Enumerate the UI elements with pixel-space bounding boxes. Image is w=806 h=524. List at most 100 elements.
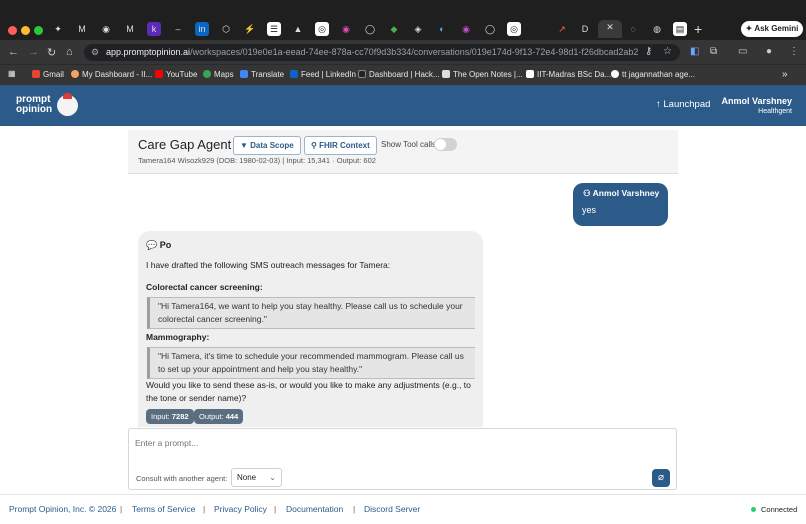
terms-link[interactable]: Terms of Service: [132, 504, 195, 514]
bookmark-dashboard[interactable]: My Dashboard - II...: [71, 70, 152, 79]
app-logo[interactable]: prompt opinion: [16, 95, 52, 115]
site-info-icon[interactable]: ⚙: [91, 44, 99, 61]
linkedin-icon: [290, 70, 298, 78]
tab-maps-icon[interactable]: ◉: [99, 22, 113, 36]
documentation-link[interactable]: Documentation: [286, 504, 343, 514]
tab-app-icon[interactable]: ◉: [459, 22, 473, 36]
apps-grid-icon[interactable]: ▦: [8, 69, 16, 78]
reload-icon[interactable]: ↻: [47, 46, 56, 59]
tab-app-icon[interactable]: ⚡: [243, 22, 257, 36]
tab-triangle-icon[interactable]: ▲: [291, 22, 305, 36]
logo-line-2: opinion: [16, 104, 53, 115]
token-label: Output:: [199, 412, 224, 421]
footer-copyright: Prompt Opinion, Inc. © 2026: [9, 504, 117, 514]
profile-avatar-icon[interactable]: ●: [766, 46, 777, 57]
assistant-intro: I have drafted the following SMS outreac…: [146, 260, 391, 270]
tab-github-icon[interactable]: ◯: [363, 22, 377, 36]
token-value: 7282: [171, 412, 189, 421]
tab-gmail-icon[interactable]: M: [123, 22, 137, 36]
section-heading: Mammography:: [146, 332, 210, 342]
tab-link-icon[interactable]: –: [171, 22, 185, 36]
maximize-window-button[interactable]: [34, 26, 43, 35]
show-tool-calls-toggle[interactable]: [434, 138, 457, 151]
chat-bubble-icon: 💬: [146, 240, 160, 250]
tab-app-icon[interactable]: D: [578, 22, 592, 36]
user-name: Anmol Varshney: [721, 96, 792, 106]
bookmark-linkedin[interactable]: Feed | LinkedIn: [290, 70, 356, 79]
prompt-input[interactable]: [135, 436, 655, 450]
tab-gmail-icon[interactable]: M: [75, 22, 89, 36]
extensions-puzzle-icon[interactable]: ⧉: [710, 46, 721, 57]
more-bookmarks-icon[interactable]: »: [782, 69, 788, 80]
home-icon[interactable]: ⌂: [66, 46, 73, 58]
tab-app-icon[interactable]: ◆: [387, 22, 401, 36]
tab-linkedin-icon[interactable]: in: [195, 22, 209, 36]
consult-agent-label: Consult with another agent:: [136, 474, 228, 483]
bookmark-google[interactable]: tt jagannathan age...: [611, 70, 695, 79]
consult-agent-select[interactable]: None ⌄: [231, 468, 282, 487]
tab-app-icon[interactable]: ◉: [339, 22, 353, 36]
close-window-button[interactable]: [8, 26, 17, 35]
tab-app-icon[interactable]: ◐: [435, 22, 449, 36]
tab-active-close-icon[interactable]: ✕: [598, 20, 622, 38]
forward-icon[interactable]: →: [28, 46, 39, 58]
side-panel-icon[interactable]: ▭: [738, 46, 749, 57]
bookmark-gmail[interactable]: Gmail: [32, 70, 64, 79]
bookmark-hack[interactable]: Dashboard | Hack...: [358, 70, 440, 79]
tab-app-icon[interactable]: k: [147, 22, 161, 36]
fhir-context-button[interactable]: ⚲ FHIR Context: [304, 136, 377, 155]
bookmark-label: The Open Notes |...: [453, 70, 523, 79]
user-message-text: yes: [582, 205, 597, 215]
tab-app-icon[interactable]: ◈: [411, 22, 425, 36]
user-menu[interactable]: Anmol Varshney Healthgent: [700, 96, 792, 115]
tab-app-icon[interactable]: ◎: [315, 22, 329, 36]
attach-button[interactable]: ⌀: [652, 469, 670, 487]
data-scope-label: Data Scope: [250, 141, 294, 150]
back-icon[interactable]: ←: [8, 46, 19, 58]
input-token-badge: Input: 7282: [146, 409, 194, 424]
sms-draft-quote: "Hi Tamera, it's time to schedule your r…: [147, 347, 475, 379]
tab-app-icon[interactable]: ◎: [507, 22, 521, 36]
token-label: Input:: [151, 412, 170, 421]
tab-app-icon[interactable]: ↗: [555, 22, 569, 36]
bookmark-star-icon[interactable]: ☆: [663, 46, 674, 57]
footer-separator: |: [120, 504, 123, 514]
tab-favicon-icon[interactable]: ✦: [51, 22, 65, 36]
tab-app-icon[interactable]: ☰: [267, 22, 281, 36]
assistant-name: Po: [159, 240, 172, 250]
bookmark-youtube[interactable]: YouTube: [155, 70, 197, 79]
bookmark-label: My Dashboard - II...: [82, 70, 153, 79]
extension-icon[interactable]: ◧: [690, 46, 701, 57]
discord-link[interactable]: Discord Server: [364, 504, 420, 514]
bookmark-label: tt jagannathan age...: [622, 70, 695, 79]
new-tab-icon[interactable]: +: [694, 21, 702, 37]
address-bar[interactable]: ⚙ app.promptopinion.ai/workspaces/019e0e…: [84, 44, 680, 61]
tab-app-icon[interactable]: ▤: [673, 22, 687, 36]
footer-separator: |: [274, 504, 277, 514]
patient-summary: Tamera164 Wisozk929 (DOB: 1980-02-03) | …: [138, 156, 376, 165]
output-token-badge: Output: 444: [194, 409, 244, 424]
bookmark-maps[interactable]: Maps: [203, 70, 234, 79]
menu-kebab-icon[interactable]: ⋮: [789, 46, 800, 57]
ask-gemini-button[interactable]: ✦ Ask Gemini: [741, 21, 803, 37]
dashboard-icon: [71, 70, 79, 78]
user-message: ⚇ Anmol Varshney yes: [573, 183, 668, 226]
tab-app-icon[interactable]: ◍: [650, 22, 664, 36]
data-scope-button[interactable]: ▼ Data Scope: [233, 136, 301, 155]
agent-title: Care Gap Agent: [138, 137, 232, 152]
iitm-icon: [526, 70, 534, 78]
privacy-link[interactable]: Privacy Policy: [214, 504, 267, 514]
password-key-icon[interactable]: ⚷: [645, 46, 656, 57]
tab-github-icon[interactable]: ◯: [483, 22, 497, 36]
minimize-window-button[interactable]: [21, 26, 30, 35]
bookmark-open-notes[interactable]: The Open Notes |...: [442, 70, 523, 79]
user-message-author: ⚇ Anmol Varshney: [583, 188, 659, 199]
tab-loading-icon[interactable]: ◌: [626, 22, 640, 36]
tab-cube-icon[interactable]: ⬡: [219, 22, 233, 36]
assistant-question: Would you like to send these as-is, or w…: [146, 380, 471, 403]
user-org: Healthgent: [758, 108, 792, 115]
bookmark-label: IIT-Madras BSc Da...: [537, 70, 612, 79]
bookmark-iitm[interactable]: IIT-Madras BSc Da...: [526, 70, 611, 79]
connection-status-dot: [751, 507, 756, 512]
bookmark-translate[interactable]: Translate: [240, 70, 284, 79]
